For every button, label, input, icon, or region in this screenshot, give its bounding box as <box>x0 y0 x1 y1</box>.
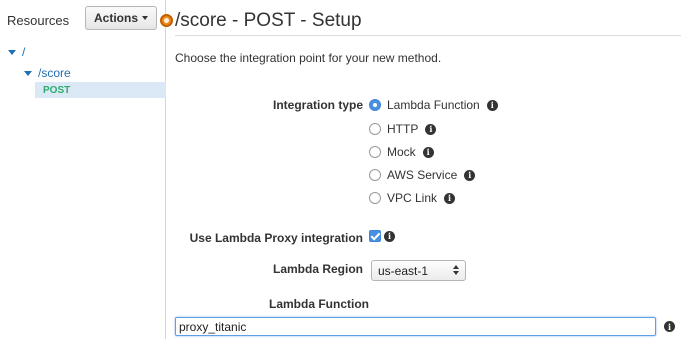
lambda-region-label: Lambda Region <box>272 262 363 276</box>
expand-triangle-icon[interactable] <box>8 49 16 55</box>
info-icon[interactable]: i <box>486 99 498 111</box>
select-arrows-icon <box>453 265 459 275</box>
resources-sidebar: Resources Actions / /score POST <box>0 0 166 339</box>
info-icon[interactable]: i <box>425 123 437 135</box>
info-icon[interactable]: i <box>444 192 456 204</box>
radio-label: Lambda Function <box>387 98 480 112</box>
lambda-proxy-control: i <box>369 230 395 242</box>
post-method-label: POST <box>43 84 71 96</box>
radio-label: AWS Service <box>387 168 458 182</box>
lambda-region-value: us-east-1 <box>378 263 429 278</box>
tree-item-root[interactable]: / <box>8 45 25 59</box>
tree-item-score[interactable]: /score <box>24 66 71 80</box>
radio-label: Mock <box>387 145 416 159</box>
radio-button[interactable] <box>369 99 381 111</box>
lambda-proxy-checkbox[interactable] <box>369 230 381 242</box>
info-icon[interactable]: i <box>464 169 476 181</box>
radio-lambda-function[interactable]: Lambda Function i <box>369 98 498 112</box>
page-title: /score - POST - Setup <box>175 10 362 31</box>
actions-button-label: Actions <box>93 11 138 25</box>
radio-button[interactable] <box>369 169 381 181</box>
radio-button[interactable] <box>369 123 381 135</box>
lambda-function-input[interactable] <box>175 317 656 336</box>
expand-triangle-icon[interactable] <box>24 70 32 76</box>
info-icon[interactable]: i <box>664 321 675 332</box>
actions-button[interactable]: Actions <box>85 6 157 30</box>
tree-item-score-label: /score <box>38 66 71 80</box>
lambda-region-select[interactable]: us-east-1 <box>371 260 466 281</box>
radio-http[interactable]: HTTP i <box>369 122 437 136</box>
status-indicator-icon <box>160 14 173 27</box>
info-icon[interactable]: i <box>384 230 395 242</box>
radio-aws-service[interactable]: AWS Service i <box>369 168 476 182</box>
radio-mock[interactable]: Mock i <box>369 145 434 159</box>
tree-item-post-method[interactable]: POST <box>35 82 166 98</box>
resources-heading: Resources <box>7 13 70 28</box>
radio-label: HTTP <box>387 122 419 136</box>
tree-item-root-label: / <box>22 45 26 59</box>
radio-vpc-link[interactable]: VPC Link i <box>369 191 456 205</box>
chevron-down-icon <box>142 16 148 20</box>
radio-label: VPC Link <box>387 191 438 205</box>
lambda-proxy-label: Use Lambda Proxy integration <box>189 231 363 245</box>
info-icon[interactable]: i <box>422 146 434 158</box>
lambda-function-label: Lambda Function <box>269 297 369 311</box>
intro-text: Choose the integration point for your ne… <box>175 51 442 65</box>
integration-type-label: Integration type <box>272 98 363 112</box>
radio-button[interactable] <box>369 192 381 204</box>
title-divider <box>175 35 681 36</box>
radio-button[interactable] <box>369 146 381 158</box>
